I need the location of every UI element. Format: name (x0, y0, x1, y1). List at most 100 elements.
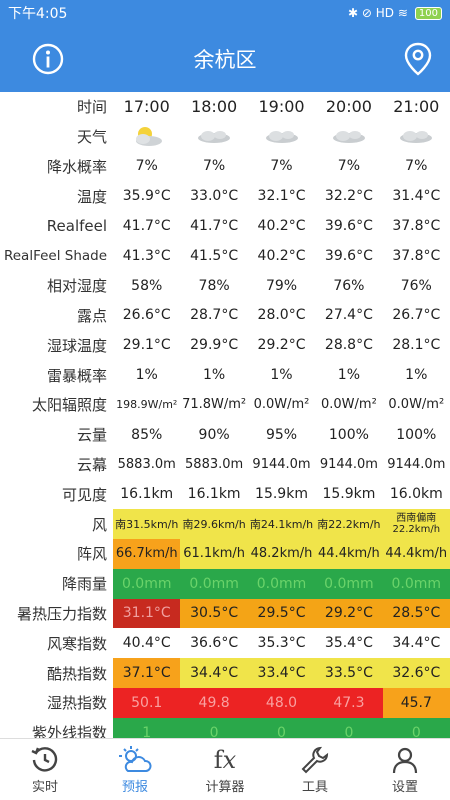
value-cell: 34.4°C (180, 658, 248, 688)
row-precip-prob: 降水概率 7% 7% 7% 7% 7% (0, 152, 450, 182)
value-cell: 7% (270, 158, 293, 175)
row-solar: 太阳辐照度 198.9W/m² 71.8W/m² 0.0W/m² 0.0W/m²… (0, 390, 450, 420)
value-cell: 28.8°C (324, 337, 373, 354)
person-settings-icon (390, 744, 420, 776)
row-thunder: 雷暴概率 1% 1% 1% 1% 1% (0, 360, 450, 390)
value-cell: 76% (333, 277, 365, 294)
value-cell: 西南偏南 22.2km/h (382, 509, 450, 539)
row-rain: 降雨量 0.0mm 0.0mm 0.0mm 0.0mm 0.0mm (0, 568, 450, 599)
nav-item-calculator[interactable]: fx 计算器 (180, 744, 270, 795)
row-realfeel-shade: RealFeel Shade 41.3°C 41.5°C 40.2°C 39.6… (0, 241, 450, 271)
wrench-icon (300, 744, 330, 776)
row-label: 雷暴概率 (47, 366, 108, 385)
row-wind: 风 南31.5km/h 南29.6km/h 南24.1km/h 南22.2km/… (0, 509, 450, 539)
value-cell: 37.1°C (113, 658, 181, 688)
nav-item-realtime[interactable]: 实时 (0, 744, 90, 795)
value-cell: 26.7°C (392, 307, 441, 324)
row-label: 天气 (77, 128, 108, 147)
value-cell: 1 (113, 717, 181, 738)
row-label: 云幕 (77, 455, 108, 474)
cloudy-icon (248, 122, 315, 152)
value-cell: 1% (270, 367, 293, 384)
row-label: 风寒指数 (47, 634, 108, 653)
value-cell: 26.6°C (122, 307, 171, 324)
value-cell: 南31.5km/h (113, 509, 181, 539)
value-cell: 37.8°C (392, 218, 441, 235)
hour-cell: 20:00 (325, 97, 372, 117)
row-label: RealFeel Shade (3, 247, 108, 264)
fx-calculator-icon: fx (213, 746, 237, 774)
nav-item-settings[interactable]: 设置 (360, 744, 450, 795)
value-cell: 48.0 (247, 687, 316, 718)
status-icons: ✱ ⊘ HD ≋ 100 (348, 6, 442, 20)
value-cell: 0.0mm (382, 568, 450, 599)
hour-cell: 17:00 (123, 97, 170, 117)
value-cell: 33.0°C (190, 188, 239, 205)
value-cell: 49.8 (180, 687, 248, 718)
value-cell: 31.1°C (113, 598, 181, 629)
value-cell: 100% (396, 426, 437, 443)
value-cell: 30.5°C (180, 598, 248, 629)
value-cell: 45.7 (382, 687, 450, 718)
value-cell: 28.0°C (257, 307, 306, 324)
value-cell: 100% (328, 426, 369, 443)
value-cell: 198.9W/m² (116, 398, 178, 412)
row-uv: 紫外线指数 1 0 0 0 0 (0, 717, 450, 738)
nav-item-tools[interactable]: 工具 (270, 744, 360, 795)
value-cell: 0.0W/m² (388, 397, 445, 413)
row-label: 云量 (77, 426, 108, 445)
value-cell: 9144.0m (387, 456, 446, 472)
value-cell: 41.7°C (122, 218, 171, 235)
value-cell: 35.4°C (324, 635, 373, 652)
page-title: 余杭区 (193, 48, 257, 72)
cloudy-icon (315, 122, 382, 152)
row-humidex: 湿热指数 50.1 49.8 48.0 47.3 45.7 (0, 687, 450, 718)
forecast-weather-icon (118, 744, 152, 776)
row-realfeel: Realfeel 41.7°C 41.7°C 40.2°C 39.6°C 37.… (0, 211, 450, 241)
nav-label: 实时 (31, 780, 58, 795)
value-cell: 0.0mm (315, 568, 383, 599)
nav-item-forecast[interactable]: 预报 (90, 744, 180, 795)
nav-label: 预报 (121, 780, 148, 795)
value-cell: 44.4km/h (315, 538, 383, 569)
row-label: 露点 (77, 306, 108, 325)
value-cell: 33.5°C (315, 658, 383, 688)
value-cell: 0 (247, 717, 316, 738)
value-cell: 28.1°C (392, 337, 441, 354)
value-cell: 95% (265, 426, 298, 443)
value-cell: 35.3°C (257, 635, 306, 652)
row-dewpoint: 露点 26.6°C 28.7°C 28.0°C 27.4°C 26.7°C (0, 301, 450, 331)
value-cell: 7% (135, 158, 158, 175)
row-heat-index: 酷热指数 37.1°C 34.4°C 33.4°C 33.5°C 32.6°C (0, 658, 450, 688)
value-cell: 16.1km (187, 486, 241, 503)
status-time: 下午4:05 (8, 6, 68, 22)
value-cell: 79% (265, 277, 298, 294)
value-cell: 85% (131, 426, 163, 443)
row-cloud: 云量 85% 90% 95% 100% 100% (0, 420, 450, 450)
forecast-table[interactable]: 时间 17:00 18:00 19:00 20:00 21:00 天气 降水概率… (0, 92, 450, 738)
row-label: 太阳辐照度 (32, 396, 108, 415)
row-heat-stress: 暑热压力指数 31.1°C 30.5°C 29.5°C 29.2°C 28.5°… (0, 598, 450, 629)
value-cell: 29.2°C (315, 598, 383, 629)
value-cell: 1% (135, 367, 158, 384)
value-cell: 40.4°C (122, 635, 171, 652)
partly-sunny-icon (113, 122, 180, 152)
row-label: Realfeel (46, 217, 108, 236)
value-cell: 0.0W/m² (321, 397, 377, 413)
value-cell: 31.4°C (392, 188, 441, 205)
nav-label: 工具 (301, 780, 328, 795)
row-label: 温度 (77, 187, 108, 206)
value-cell: 9144.0m (319, 456, 378, 472)
row-label: 相对湿度 (47, 277, 108, 296)
value-cell: 40.2°C (257, 247, 306, 264)
value-cell: 0.0W/m² (253, 397, 310, 413)
value-cell: 78% (198, 277, 230, 294)
value-cell: 36.6°C (190, 635, 239, 652)
row-visibility: 可见度 16.1km 16.1km 15.9km 15.9km 16.0km (0, 479, 450, 509)
info-icon[interactable] (32, 43, 64, 75)
value-cell: 0.0mm (113, 568, 181, 599)
location-pin-icon[interactable] (402, 42, 434, 76)
nav-label: 设置 (391, 780, 418, 795)
value-cell: 28.5°C (382, 598, 450, 629)
value-cell: 39.6°C (324, 247, 373, 264)
